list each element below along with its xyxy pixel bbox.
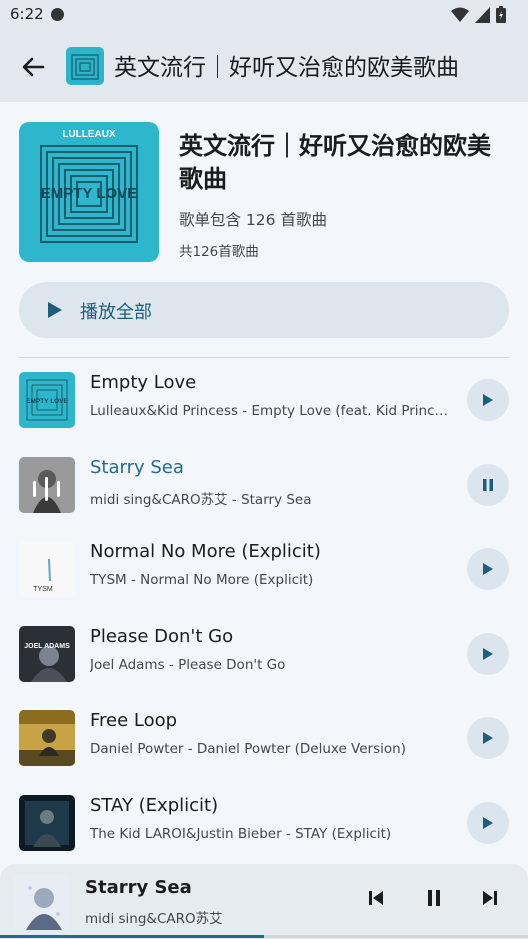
song-subtitle: midi sing&CARO苏艾 - Starry Sea <box>90 492 312 508</box>
play-icon <box>483 394 493 406</box>
arrow-left-icon[interactable] <box>18 52 48 82</box>
playlist-description: 歌单包含 126 首歌曲 <box>179 211 327 229</box>
pause-icon <box>483 479 493 491</box>
play-all-button[interactable]: 播放全部 <box>19 282 509 338</box>
song-title: Please Don't Go <box>90 626 234 647</box>
song-title: Free Loop <box>90 710 178 731</box>
wifi-icon <box>451 7 469 22</box>
song-row[interactable]: TYSM Normal No More (Explicit) TYSM - No… <box>0 531 528 607</box>
song-cover <box>19 710 75 766</box>
notification-icon <box>51 8 64 21</box>
cover-art-text: EMPTY LOVE <box>41 185 137 202</box>
song-row-active[interactable]: Starry Sea midi sing&CARO苏艾 - Starry Sea <box>0 447 528 523</box>
play-all-label: 播放全部 <box>80 302 152 323</box>
song-pause-button[interactable] <box>467 464 509 506</box>
playlist-title: 英文流行｜好听又治愈的欧美歌曲 <box>179 132 491 193</box>
cover-artist-text: LULLEAUX <box>62 129 116 140</box>
song-title: Empty Love <box>90 372 197 393</box>
mini-player-subtitle: midi sing&CARO苏艾 <box>85 911 223 927</box>
song-subtitle: Daniel Powter - Daniel Powter (Deluxe Ve… <box>90 741 406 757</box>
mini-player[interactable]: Starry Sea midi sing&CARO苏艾 <box>0 864 528 939</box>
playback-progress-bar[interactable] <box>0 935 528 938</box>
status-bar: 6:22 <box>0 0 528 30</box>
song-cover <box>19 795 75 851</box>
song-play-button[interactable] <box>467 379 509 421</box>
song-title: Normal No More (Explicit) <box>90 541 321 562</box>
song-play-button[interactable] <box>467 633 509 675</box>
status-icons <box>451 6 506 23</box>
song-play-button[interactable] <box>467 548 509 590</box>
app-bar-title: 英文流行｜好听又治愈的欧美歌曲 <box>114 55 459 81</box>
divider <box>19 357 509 358</box>
song-cover <box>19 457 75 513</box>
signal-icon <box>475 6 490 23</box>
song-subtitle: TYSM - Normal No More (Explicit) <box>90 572 314 588</box>
song-cover: JOEL ADAMS <box>19 626 75 682</box>
play-icon <box>483 817 493 829</box>
song-cover-text: TYSM <box>33 586 53 593</box>
song-row[interactable]: STAY (Explicit) The Kid LAROI&Justin Bie… <box>0 785 528 861</box>
playlist-cover: LULLEAUX EMPTY LOVE <box>19 122 159 262</box>
song-row[interactable]: EMPTY LOVE Empty Love Lulleaux&Kid Princ… <box>0 362 528 438</box>
song-cover-text: JOEL ADAMS <box>24 643 70 650</box>
song-play-button[interactable] <box>467 717 509 759</box>
playlist-thumbnail <box>66 47 104 85</box>
song-cover: EMPTY LOVE <box>19 372 75 428</box>
mini-player-title: Starry Sea <box>85 877 192 898</box>
song-title: Starry Sea <box>90 457 184 478</box>
play-icon <box>483 563 493 575</box>
song-subtitle: The Kid LAROI&Justin Bieber - STAY (Expl… <box>90 826 392 842</box>
playback-progress-fill <box>0 935 264 938</box>
song-cover-text: EMPTY LOVE <box>26 398 68 405</box>
mini-player-cover <box>14 874 70 930</box>
playlist-song-count: 共126首歌曲 <box>179 244 259 260</box>
skip-previous-icon[interactable] <box>366 889 386 907</box>
song-title: STAY (Explicit) <box>90 795 219 816</box>
play-icon <box>48 302 62 318</box>
play-icon <box>483 648 493 660</box>
skip-next-icon[interactable] <box>480 889 500 907</box>
battery-icon <box>496 6 506 23</box>
top-app-bar: 英文流行｜好听又治愈的欧美歌曲 <box>0 30 528 102</box>
status-time: 6:22 <box>10 5 44 23</box>
song-row[interactable]: JOEL ADAMS Please Don't Go Joel Adams - … <box>0 616 528 692</box>
play-icon <box>483 732 493 744</box>
song-play-button[interactable] <box>467 802 509 844</box>
song-subtitle: Lulleaux&Kid Princess - Empty Love (feat… <box>90 403 452 419</box>
song-row[interactable]: Free Loop Daniel Powter - Daniel Powter … <box>0 700 528 776</box>
song-cover: TYSM <box>19 541 75 597</box>
pause-icon[interactable] <box>424 889 444 907</box>
song-subtitle: Joel Adams - Please Don't Go <box>90 657 286 673</box>
